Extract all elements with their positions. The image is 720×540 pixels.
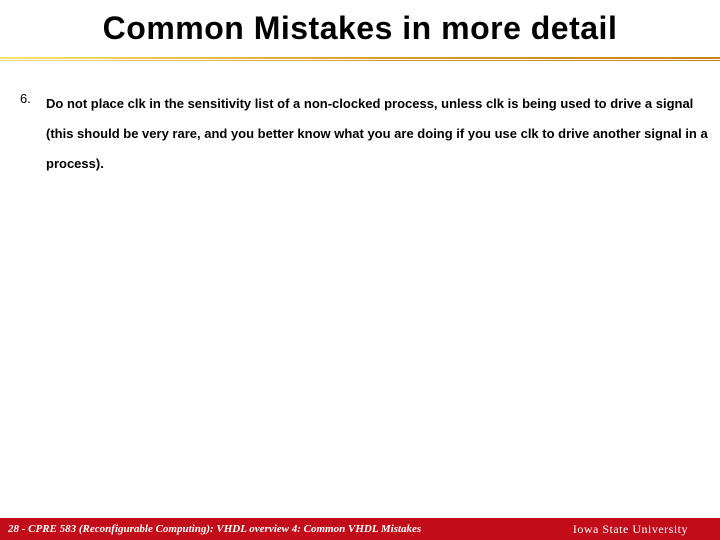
slide-title: Common Mistakes in more detail	[0, 0, 720, 53]
slide-body: 6. Do not place clk in the sensitivity l…	[0, 65, 720, 179]
title-underline	[0, 55, 720, 65]
slide: Common Mistakes in more detail 6. Do not…	[0, 0, 720, 540]
bullet-number: 6.	[20, 89, 36, 106]
bullet-text: Do not place clk in the sensitivity list…	[46, 89, 712, 179]
footer-right: Iowa State University	[573, 522, 712, 537]
footer-left: 28 - CPRE 583 (Reconfigurable Computing)…	[8, 523, 421, 535]
slide-footer: 28 - CPRE 583 (Reconfigurable Computing)…	[0, 518, 720, 540]
